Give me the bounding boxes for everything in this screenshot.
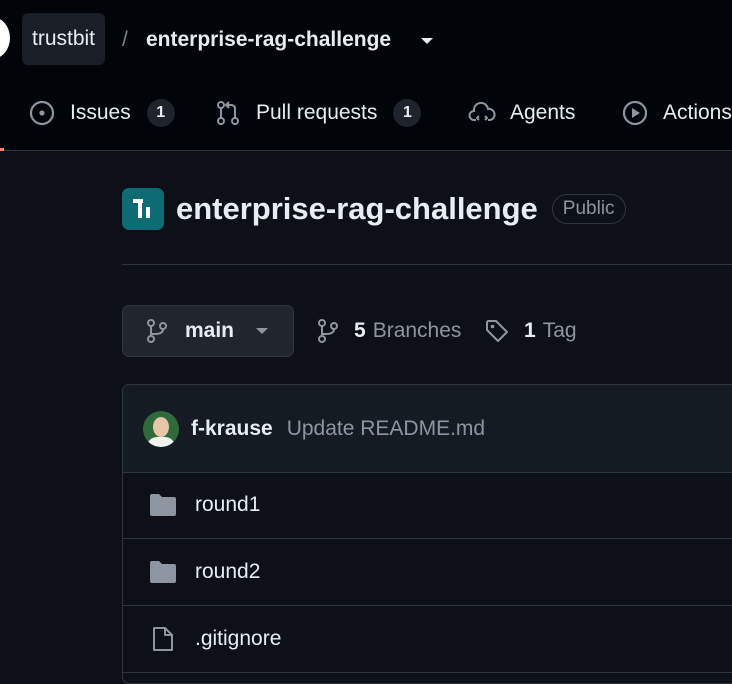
tab-pull-requests-label: Pull requests [256, 101, 378, 124]
tab-agents[interactable]: Agents [468, 86, 575, 140]
commit-author[interactable]: f-krause [191, 417, 273, 441]
agents-cloud-icon [468, 101, 496, 121]
repo-title: enterprise-rag-challenge Public [122, 186, 626, 232]
tab-actions-label: Actions [663, 101, 732, 124]
tags-label: Tag [542, 319, 577, 342]
repo-nav-tabs: Issues 1 Pull requests 1 Agents Actions [0, 86, 732, 140]
branches-count: 5 [354, 319, 366, 342]
tab-agents-label: Agents [510, 101, 576, 124]
folder-icon [150, 561, 176, 583]
file-browser: f-krause Update README.md round1 round2 … [122, 384, 732, 684]
repo-dropdown-caret-icon[interactable] [421, 38, 433, 44]
breadcrumb-separator: / [122, 28, 128, 51]
owner-breadcrumb[interactable]: trustbit [22, 13, 106, 65]
tab-pull-requests[interactable]: Pull requests 1 [214, 86, 422, 140]
chevron-down-icon [256, 328, 269, 334]
issues-count-badge: 1 [146, 99, 175, 127]
commit-message[interactable]: Update README.md [287, 417, 485, 441]
tab-issues[interactable]: Issues 1 [28, 86, 175, 140]
play-icon [622, 100, 648, 126]
folder-icon [150, 494, 176, 516]
commit-author-avatar[interactable] [143, 410, 179, 447]
pull-requests-count-badge: 1 [393, 99, 422, 127]
latest-commit-row: f-krause Update README.md [123, 385, 732, 473]
file-row-round1[interactable]: round1 [123, 472, 732, 539]
current-branch-label: main [185, 319, 235, 342]
repo-logo-icon [122, 188, 164, 230]
title-divider [122, 264, 732, 265]
tags-count: 1 [524, 319, 536, 342]
tab-actions[interactable]: Actions [621, 86, 732, 140]
branches-link[interactable]: 5 Branches [316, 305, 461, 357]
active-tab-underline [0, 148, 4, 151]
issue-opened-icon [29, 100, 55, 126]
file-name[interactable]: round2 [195, 560, 260, 584]
file-name[interactable]: .gitignore [195, 627, 281, 651]
visibility-badge: Public [551, 194, 626, 224]
user-avatar[interactable] [0, 17, 10, 59]
file-name[interactable]: round1 [195, 493, 260, 517]
file-icon [153, 627, 173, 651]
git-branch-icon [318, 319, 338, 343]
branches-label: Branches [372, 319, 462, 342]
tag-icon [486, 320, 508, 342]
tags-link[interactable]: 1 Tag [484, 305, 577, 357]
repo-name[interactable]: enterprise-rag-challenge [176, 191, 538, 227]
file-row-gitignore[interactable]: .gitignore [123, 606, 732, 673]
git-pull-request-icon [217, 101, 239, 125]
file-row-round2[interactable]: round2 [123, 539, 732, 606]
repo-breadcrumb[interactable]: enterprise-rag-challenge [146, 28, 391, 52]
tab-issues-label: Issues [70, 101, 131, 124]
branch-selector-button[interactable]: main [122, 305, 294, 357]
top-header: trustbit / enterprise-rag-challenge Issu… [0, 0, 732, 151]
git-branch-icon [147, 319, 167, 343]
